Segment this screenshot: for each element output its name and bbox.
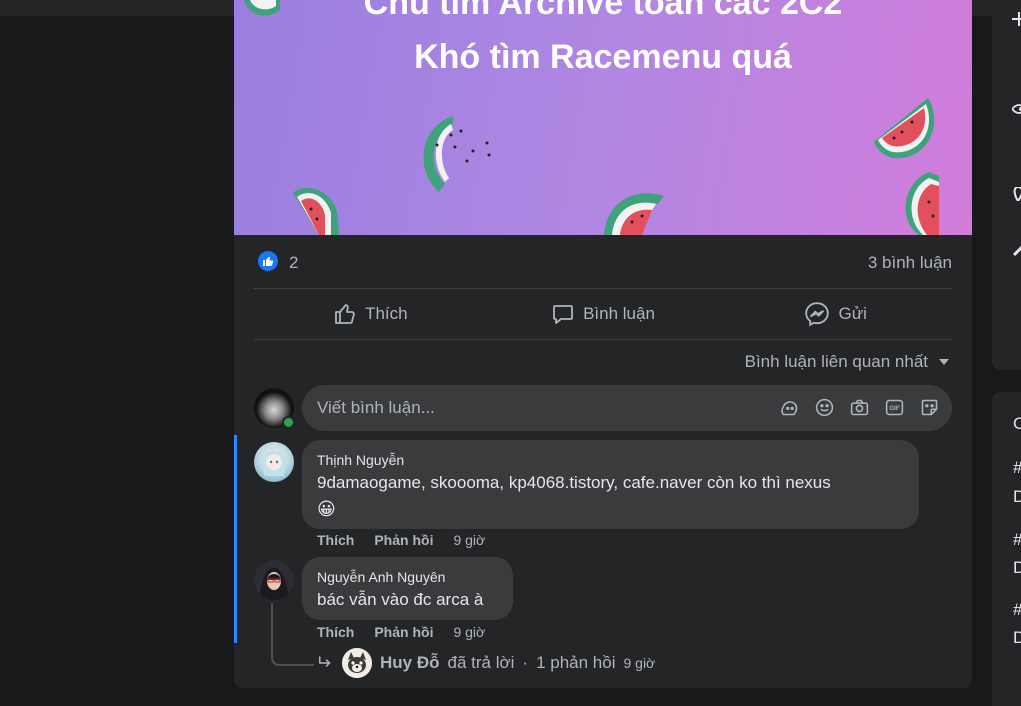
reply-count: 1 phản hồi	[536, 653, 616, 672]
comment-author[interactable]: Thịnh Nguyễn	[317, 450, 904, 470]
post-stats: 2 3 bình luận	[254, 248, 952, 276]
divider	[254, 339, 952, 340]
comment-timestamp[interactable]: 9 giờ	[453, 624, 485, 640]
hashtag-item[interactable]: #	[1013, 530, 1021, 550]
like-count[interactable]: 2	[289, 253, 298, 273]
comment-meta: Thích Phản hồi 9 giờ	[317, 532, 485, 548]
composer-icon-row: GIF	[779, 397, 940, 418]
comment-bubble: Thịnh Nguyễn 9damaogame, skoooma, kp4068…	[302, 440, 919, 529]
comment-bubble: Nguyễn Anh Nguyên bác vẫn vào đc arca à	[302, 557, 513, 620]
avatar[interactable]	[254, 560, 294, 600]
view-replies-link[interactable]: Huy Đỗ đã trả lời · 1 phản hồi 9 giờ	[316, 648, 655, 678]
caret-down-icon	[939, 359, 949, 365]
avatar[interactable]	[254, 442, 294, 482]
gif-icon[interactable]: GIF	[884, 397, 905, 418]
comment-input[interactable]: Viết bình luận... GIF	[302, 385, 952, 431]
speech-bubble-icon	[553, 305, 573, 324]
watermelon-icon	[874, 98, 935, 159]
comment-like-link[interactable]: Thích	[317, 624, 354, 640]
avatar[interactable]	[342, 648, 372, 678]
watermelon-icon	[293, 187, 339, 235]
svg-text:GIF: GIF	[889, 405, 899, 412]
post-image[interactable]: Chú tìm Archive toàn các 2C2 Khó tìm Rac…	[234, 0, 972, 235]
comment-author[interactable]: Nguyễn Anh Nguyên	[317, 567, 498, 587]
send-button-label: Gửi	[838, 304, 867, 323]
watermelon-icon	[604, 193, 664, 235]
comment-button[interactable]: Bình luận	[487, 290, 720, 338]
comment-sort-dropdown[interactable]: Bình luận liên quan nhất	[745, 352, 950, 372]
post-actions: Thích Bình luận Gửi	[254, 290, 952, 338]
hashtag-item-sub: D	[1013, 558, 1021, 577]
comment-timestamp[interactable]: 9 giờ	[453, 532, 485, 548]
post-card: Chú tìm Archive toàn các 2C2 Khó tìm Rac…	[234, 0, 972, 688]
location-pin-icon[interactable]	[1012, 187, 1021, 201]
messenger-icon	[805, 302, 830, 327]
hashtag-item-sub: D	[1013, 628, 1021, 647]
thumbs-up-icon	[335, 304, 355, 324]
watermelon-seeds-icon	[435, 129, 491, 163]
like-reaction-icon[interactable]	[258, 251, 278, 271]
hashtag-item-sub: D	[1013, 487, 1021, 506]
comment-button-label: Bình luận	[583, 304, 655, 323]
reply-arrow-icon	[319, 656, 331, 667]
like-button[interactable]: Thích	[254, 290, 487, 338]
eye-icon[interactable]	[1012, 102, 1021, 116]
comment-like-link[interactable]: Thích	[317, 532, 354, 548]
thread-connector	[271, 603, 314, 666]
comment-text-body: 9damaogame, skoooma, kp4068.tistory, caf…	[317, 473, 831, 492]
comment-reply-link[interactable]: Phản hồi	[374, 532, 433, 548]
sticker-icon[interactable]	[919, 397, 940, 418]
pencil-icon[interactable]	[1012, 243, 1021, 257]
comment-reply-link[interactable]: Phản hồi	[374, 624, 433, 640]
watermelon-icon	[244, 0, 280, 16]
comment-count[interactable]: 3 bình luận	[868, 253, 952, 273]
comment-text: bác vẫn vào đc arca à	[317, 590, 484, 609]
post-image-text-line2: Khó tìm Racemenu quá	[414, 38, 792, 76]
emoji: 😀	[317, 499, 336, 519]
send-button[interactable]: Gửi	[719, 290, 952, 338]
emoji-icon[interactable]	[814, 397, 835, 418]
reply-timestamp: 9 giờ	[623, 655, 656, 671]
online-status-dot	[282, 416, 295, 429]
comment-composer: Viết bình luận... GIF	[254, 385, 952, 431]
camera-icon[interactable]	[849, 397, 870, 418]
hashtag-item[interactable]: #	[1013, 458, 1021, 478]
hashtag-item[interactable]: #	[1013, 600, 1021, 620]
reply-separator: ·	[522, 653, 529, 672]
sidebar-heading-initial: C	[1013, 414, 1021, 433]
comment-sort-label: Bình luận liên quan nhất	[744, 352, 928, 371]
reply-author: Huy Đỗ	[380, 653, 440, 672]
comment-meta: Thích Phản hồi 9 giờ	[317, 624, 485, 640]
divider	[254, 288, 952, 289]
comment-text: 9damaogame, skoooma, kp4068.tistory, caf…	[317, 470, 904, 496]
cross-icon[interactable]	[1012, 12, 1021, 26]
reply-action: đã trả lời	[447, 653, 515, 672]
right-sidebar-panel	[992, 0, 1021, 370]
avatar-sticker-icon[interactable]	[779, 397, 800, 418]
comment-thread-indicator	[234, 435, 237, 643]
watermelon-icon	[905, 172, 939, 235]
comment-input-placeholder: Viết bình luận...	[317, 398, 435, 417]
like-button-label: Thích	[365, 304, 408, 323]
post-image-text-line1: Chú tìm Archive toàn các 2C2	[363, 0, 843, 22]
